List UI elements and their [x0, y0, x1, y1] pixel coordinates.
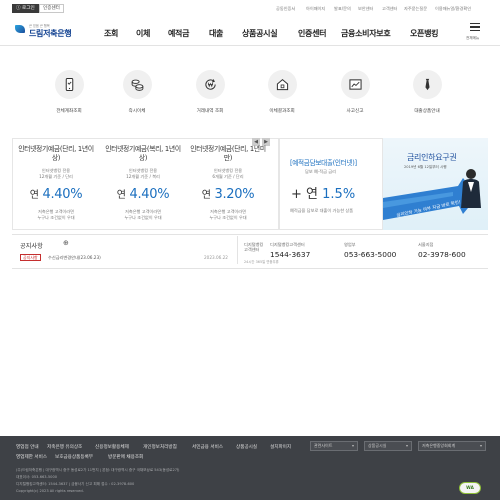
quick-transfer-result[interactable]: [268, 70, 297, 99]
phone-icon: [65, 78, 74, 91]
section-divider: [12, 234, 488, 235]
contact-title-digital-center: 디지털뱅킹고객센터: [270, 242, 305, 247]
related-sites-select[interactable]: 관련사이트: [310, 441, 358, 451]
won-refresh-icon: [205, 79, 216, 90]
quick-label-transfer-result: 이체결과조회: [269, 109, 295, 114]
util-link-mypage[interactable]: 아이패이지: [306, 6, 325, 12]
contact-title-digital: 디지털뱅킹 고객센터: [244, 242, 264, 252]
product-foot: 저축은행 고객이라면 누구나 조건없이 우대: [209, 209, 247, 220]
nav-open-banking[interactable]: 오픈뱅킹: [410, 28, 439, 39]
footer-link[interactable]: 영업점 안내: [16, 444, 39, 450]
notice-more-icon[interactable]: ⊕: [63, 239, 69, 247]
product-title[interactable]: 인터넷정기예금(단리, 1년미만): [187, 145, 269, 163]
product-rate: 연 4.40%: [116, 187, 170, 202]
nav-cert-center[interactable]: 인증센터: [298, 28, 327, 39]
footer-ceo-phone: 대표이사: 053-663-5000: [16, 475, 58, 479]
quick-loan-products[interactable]: [413, 70, 442, 99]
footer-address: (주)드림저축은행 | 대구광역시 중구 동성로2가 11번지 | 본점: 대구…: [16, 468, 180, 472]
product-title[interactable]: 인터넷정기예금(복리, 1년이상): [102, 145, 184, 163]
contact-note: 24시간 365일 연중무휴: [244, 260, 279, 264]
contact-divider: [237, 236, 238, 264]
quick-instant-transfer[interactable]: [123, 70, 152, 99]
nav-inquiry[interactable]: 조회: [104, 28, 118, 39]
quick-label-instant-transfer: 즉시이체: [128, 109, 146, 114]
nav-product-disclosure[interactable]: 상품공시실: [242, 28, 278, 39]
footer-link[interactable]: 영업제한 서비스: [16, 454, 47, 460]
coins-icon: [131, 79, 144, 91]
product-foot: 저축은행 고객이라면 누구나 조건없이 우대: [37, 209, 75, 220]
quick-label-accident-report: 사고신고: [346, 109, 364, 114]
promo-foot: 예적금을 담보로 대출이 가능한 상품: [290, 208, 354, 213]
product-rate: 연 3.20%: [201, 187, 255, 202]
tie-icon: [425, 78, 430, 91]
contact-title-seoul-branch: 서울지점: [418, 242, 434, 247]
notice-item-link[interactable]: 수신금리변경안내(23.06.23): [48, 255, 101, 261]
contact-number-main-branch: 053-663-5000: [344, 250, 397, 259]
footer-link[interactable]: 설치파이지: [270, 444, 291, 450]
header-divider: [0, 45, 500, 46]
quick-accident-report[interactable]: [341, 70, 370, 99]
promo-title[interactable]: [예적금담보대출(인터넷)]: [290, 157, 357, 167]
bank-logo-text[interactable]: 드림저축은행: [29, 28, 72, 39]
product-desc: 인터넷뱅킹 전용 12개월 기준 / 복리: [126, 168, 160, 179]
product-foot: 저축은행 고객이라면 누구나 조건없이 우대: [124, 209, 162, 220]
quick-transaction-history[interactable]: [196, 70, 225, 99]
product-title[interactable]: 인터넷정기예금(단리, 1년이상): [15, 145, 97, 163]
util-link-security[interactable]: 보안센터: [358, 6, 373, 12]
contact-number-digital: 1544-3637: [270, 250, 311, 259]
banner-title: 금리인하요구권: [407, 153, 457, 162]
promo-subtitle: 담보 예·적금 금리: [305, 169, 336, 174]
product-disclosure-select[interactable]: 상품공시실: [364, 441, 412, 451]
contact-title-main-branch: 영업부: [344, 242, 356, 247]
footer-link[interactable]: 저축은행 유의상조: [47, 444, 82, 450]
footer-link[interactable]: 상품공시실: [236, 444, 257, 450]
quick-label-transaction-history: 거래내역 조회: [196, 109, 224, 114]
footer-link[interactable]: 개인정보처리방침: [143, 444, 177, 450]
nav-transfer[interactable]: 이체: [136, 28, 150, 39]
footer-link[interactable]: 보호금융상품등록부: [55, 454, 93, 460]
notice-badge: 공지사항: [20, 254, 41, 261]
bank-logo-icon[interactable]: [15, 25, 25, 33]
house-icon: [276, 78, 289, 91]
footer-link[interactable]: 방문판매 채용조회: [108, 454, 143, 460]
cert-center-button[interactable]: 인증센터: [39, 4, 64, 13]
util-link-faq[interactable]: 자주묻는질문: [404, 6, 427, 12]
footer-contact-line: 디지털뱅킹고객센터: 1544-3637 | 금융사기 신고 피해 접수 : 0…: [16, 482, 135, 486]
product-desc: 인터넷뱅킹 전용 12개월 기준 / 단리: [39, 168, 73, 179]
footer-link[interactable]: 서민금융 서비스: [192, 444, 223, 450]
notice-heading: 공지사항: [20, 243, 43, 250]
savings-bank-association-select[interactable]: 저축은행중앙회회계: [418, 441, 486, 451]
login-button[interactable]: ⓘ 로그인: [12, 4, 39, 13]
chart-card-icon: [349, 79, 362, 90]
nav-consumer-protection[interactable]: 금융소비자보호: [341, 28, 391, 39]
util-link-customer[interactable]: 고객센터: [382, 6, 397, 12]
hamburger-menu-icon[interactable]: [470, 23, 480, 32]
quick-label-loan-products: 대출상품안내: [414, 109, 440, 114]
web-accessibility-badge[interactable]: WA: [459, 482, 481, 494]
util-link-cert[interactable]: 공동인증서: [276, 6, 295, 12]
quick-label-all-accounts: 전체계좌조회: [56, 109, 82, 114]
footer-copyright: Copyright(c) 2023 All rights reserved.: [16, 489, 84, 493]
product-desc: 인터넷뱅킹 전용 6개월 기준 / 단리: [212, 168, 244, 179]
contact-number-seoul-branch: 02-3978-600: [418, 250, 466, 259]
util-link-notice[interactable]: 발표/문의: [334, 6, 351, 12]
promo-rate: + 연 1.5%: [291, 187, 356, 202]
section-divider: [12, 268, 488, 269]
footer-link[interactable]: 신용정보활용체제: [95, 444, 129, 450]
nav-deposit[interactable]: 예적금: [168, 28, 189, 39]
banner-date: 2019년 6월 12일부터 시행: [404, 165, 447, 169]
quick-all-accounts[interactable]: [55, 70, 84, 99]
notice-date: 2023.06.22: [204, 255, 228, 260]
product-rate: 연 4.40%: [29, 187, 83, 202]
all-menu-label: 전체메뉴: [466, 36, 480, 40]
util-link-manual[interactable]: 이용매뉴얼/환경확인: [435, 6, 471, 12]
nav-loan[interactable]: 대출: [209, 28, 223, 39]
